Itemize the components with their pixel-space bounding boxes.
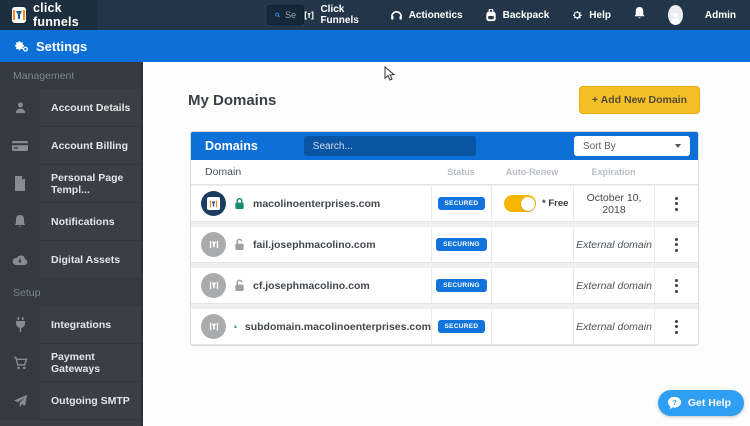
- column-expiration: Expiration: [591, 167, 636, 177]
- domains-panel-header: Domains Sort By: [191, 132, 698, 160]
- contacts-search[interactable]: [266, 5, 305, 25]
- row-menu-kebab-icon[interactable]: [655, 319, 698, 334]
- settings-title: Settings: [36, 38, 88, 54]
- column-auto-renew: Auto-Renew: [505, 167, 559, 177]
- funnel-box-icon: [305, 11, 314, 19]
- page-title: My Domains: [188, 91, 277, 109]
- sidebar-item-outgoing-smtp[interactable]: Outgoing SMTP: [0, 382, 141, 420]
- get-help-button[interactable]: ? Get Help: [657, 390, 744, 416]
- brand-name: click funnels: [33, 1, 79, 29]
- sidebar-item-account-details[interactable]: Account Details: [0, 89, 141, 127]
- domain-name[interactable]: cf.josephmacolino.com: [253, 280, 370, 292]
- table-column-headers: Domain Status Auto-Renew Expiration: [191, 160, 698, 185]
- gear-icon: [573, 11, 582, 20]
- domain-name[interactable]: fail.josephmacolino.com: [253, 239, 376, 251]
- column-domain: Domain: [205, 166, 242, 178]
- table-row: macolinoenterprises.com SECURED * Free O…: [191, 185, 698, 222]
- expiration-date: External domain: [573, 309, 654, 344]
- lock-icon: [235, 197, 244, 209]
- backpack-icon: [485, 8, 496, 21]
- unlock-icon: [235, 279, 244, 291]
- nav-item-label: Backpack: [502, 9, 550, 21]
- status-badge: SECURING: [436, 238, 487, 251]
- nav-item-label: Actionetics: [408, 9, 463, 21]
- sidebar-item-integrations[interactable]: Integrations: [0, 306, 141, 344]
- section-label-management: Management: [0, 62, 141, 89]
- chevron-down-icon: [675, 144, 681, 148]
- auto-renew-label: * Free: [542, 198, 569, 209]
- settings-sidebar: Management Account Details Account Billi…: [0, 62, 143, 426]
- admin-menu[interactable]: Admin: [705, 10, 736, 21]
- send-icon: [0, 382, 40, 419]
- domains-search-input[interactable]: [303, 136, 476, 156]
- credit-card-icon: [0, 127, 40, 164]
- panel-title: Domains: [205, 139, 258, 153]
- user-icon: [0, 89, 40, 126]
- auto-renew-toggle[interactable]: [504, 195, 536, 212]
- table-row: cf.josephmacolino.com SECURING External …: [191, 267, 698, 304]
- nav-item-actionetics[interactable]: Actionetics: [390, 9, 463, 22]
- status-badge: SECURED: [437, 320, 486, 333]
- sidebar-item-payment-gateways[interactable]: Payment Gateways: [0, 344, 141, 382]
- sidebar-item-personal-page-templates[interactable]: Personal Page Templ...: [0, 165, 141, 203]
- cloud-download-icon: [0, 241, 40, 278]
- sidebar-item-notifications[interactable]: Notifications: [0, 203, 141, 241]
- row-menu-kebab-icon[interactable]: [655, 237, 698, 252]
- table-row: subdomain.macolinoenterprises.com SECURE…: [191, 308, 698, 345]
- cart-icon: [0, 344, 40, 381]
- gears-icon: [14, 41, 28, 52]
- row-menu-kebab-icon[interactable]: [655, 278, 698, 293]
- svg-text:?: ?: [672, 398, 677, 407]
- search-icon: [275, 12, 280, 18]
- expiration-date: External domain: [573, 227, 654, 262]
- settings-header-bar: Settings: [0, 30, 750, 62]
- nav-item-label: Click Funnels: [320, 4, 359, 26]
- main-content: My Domains + Add New Domain Domains Sort…: [145, 62, 750, 426]
- sidebar-item-account-billing[interactable]: Account Billing: [0, 127, 141, 165]
- domain-funnel-icon: [201, 273, 226, 298]
- nav-item-clickfunnels[interactable]: Click Funnels: [304, 4, 367, 26]
- nav-item-help[interactable]: Help: [571, 9, 611, 21]
- add-new-domain-button[interactable]: + Add New Domain: [579, 86, 700, 114]
- headset-icon: [390, 10, 402, 20]
- row-menu-kebab-icon[interactable]: [655, 196, 698, 211]
- domain-funnel-icon: [201, 191, 226, 216]
- table-row: fail.josephmacolino.com SECURING Externa…: [191, 226, 698, 263]
- unlock-icon: [235, 238, 244, 250]
- top-navbar: click funnels Click Funnels Actionetics …: [0, 0, 750, 30]
- document-icon: [0, 165, 40, 202]
- search-input[interactable]: [285, 10, 297, 20]
- domain-name[interactable]: macolinoenterprises.com: [253, 198, 380, 210]
- domains-panel: Domains Sort By Domain Status Auto-Renew…: [190, 131, 699, 346]
- status-badge: SECURING: [436, 279, 487, 292]
- domain-funnel-icon: [201, 314, 226, 339]
- user-avatar[interactable]: [667, 5, 683, 25]
- domain-funnel-icon: [201, 232, 226, 257]
- lock-icon: [234, 325, 237, 328]
- chat-question-icon: ?: [667, 396, 681, 410]
- clickfunnels-logo[interactable]: click funnels: [0, 0, 97, 30]
- sort-by-label: Sort By: [583, 140, 616, 152]
- get-help-label: Get Help: [687, 397, 731, 409]
- bell-icon: [0, 203, 40, 240]
- sidebar-item-digital-assets[interactable]: Digital Assets: [0, 241, 141, 279]
- nav-item-backpack[interactable]: Backpack: [485, 8, 550, 22]
- status-badge: SECURED: [437, 197, 486, 210]
- sort-by-dropdown[interactable]: Sort By: [574, 136, 690, 156]
- section-label-setup: Setup: [0, 279, 141, 306]
- column-status: Status: [447, 167, 475, 177]
- nav-item-label: Help: [589, 9, 611, 21]
- funnel-logo-icon: [12, 7, 26, 23]
- plug-icon: [0, 306, 40, 343]
- notifications-bell-icon[interactable]: [633, 6, 646, 25]
- domain-name[interactable]: subdomain.macolinoenterprises.com: [245, 321, 431, 333]
- expiration-date: October 10, 2018: [573, 186, 654, 221]
- expiration-date: External domain: [573, 268, 654, 303]
